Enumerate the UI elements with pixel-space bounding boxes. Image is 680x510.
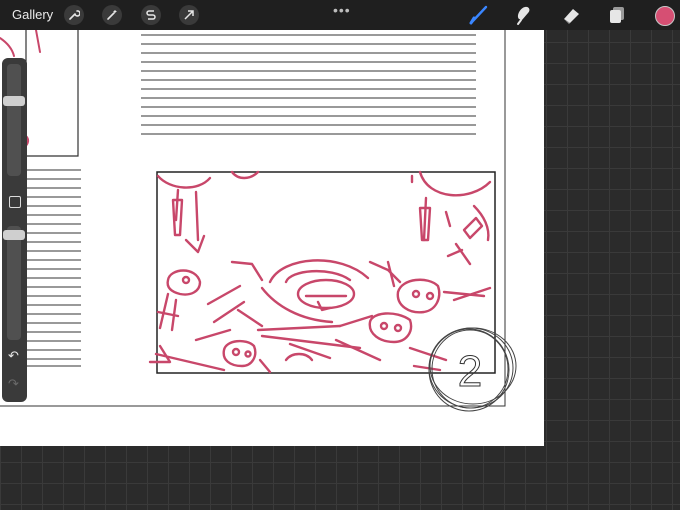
canvas-artwork: 2 — [0, 30, 517, 412]
opacity-thumb[interactable] — [3, 230, 25, 240]
brush-size-thumb[interactable] — [3, 96, 25, 106]
selection-s-icon[interactable] — [141, 5, 161, 25]
page-number-label: 2 — [458, 347, 482, 396]
panel-top-left — [25, 30, 79, 157]
transform-arrow-icon[interactable] — [179, 5, 199, 25]
top-toolbar: Gallery ••• — [0, 0, 680, 30]
color-picker-swatch[interactable] — [655, 6, 675, 26]
text-lines-left — [26, 169, 81, 367]
redo-icon[interactable]: ↷ — [8, 376, 19, 392]
opacity-slider[interactable] — [3, 226, 25, 340]
more-menu[interactable]: ••• — [333, 2, 351, 18]
smudge-icon[interactable] — [512, 4, 534, 26]
brush-size-slider[interactable] — [3, 64, 25, 176]
gallery-button[interactable]: Gallery — [12, 7, 53, 22]
undo-icon[interactable]: ↶ — [8, 348, 19, 364]
modify-button[interactable] — [9, 196, 21, 208]
magic-wand-icon[interactable] — [102, 5, 122, 25]
brush-icon[interactable] — [468, 4, 490, 26]
text-lines-top — [141, 34, 476, 135]
eraser-icon[interactable] — [560, 4, 582, 26]
wrench-icon[interactable] — [64, 5, 84, 25]
drawing-canvas[interactable]: 2 — [0, 30, 544, 446]
layers-icon[interactable] — [606, 4, 628, 26]
brush-sidebar: ↶ ↷ — [2, 58, 27, 402]
